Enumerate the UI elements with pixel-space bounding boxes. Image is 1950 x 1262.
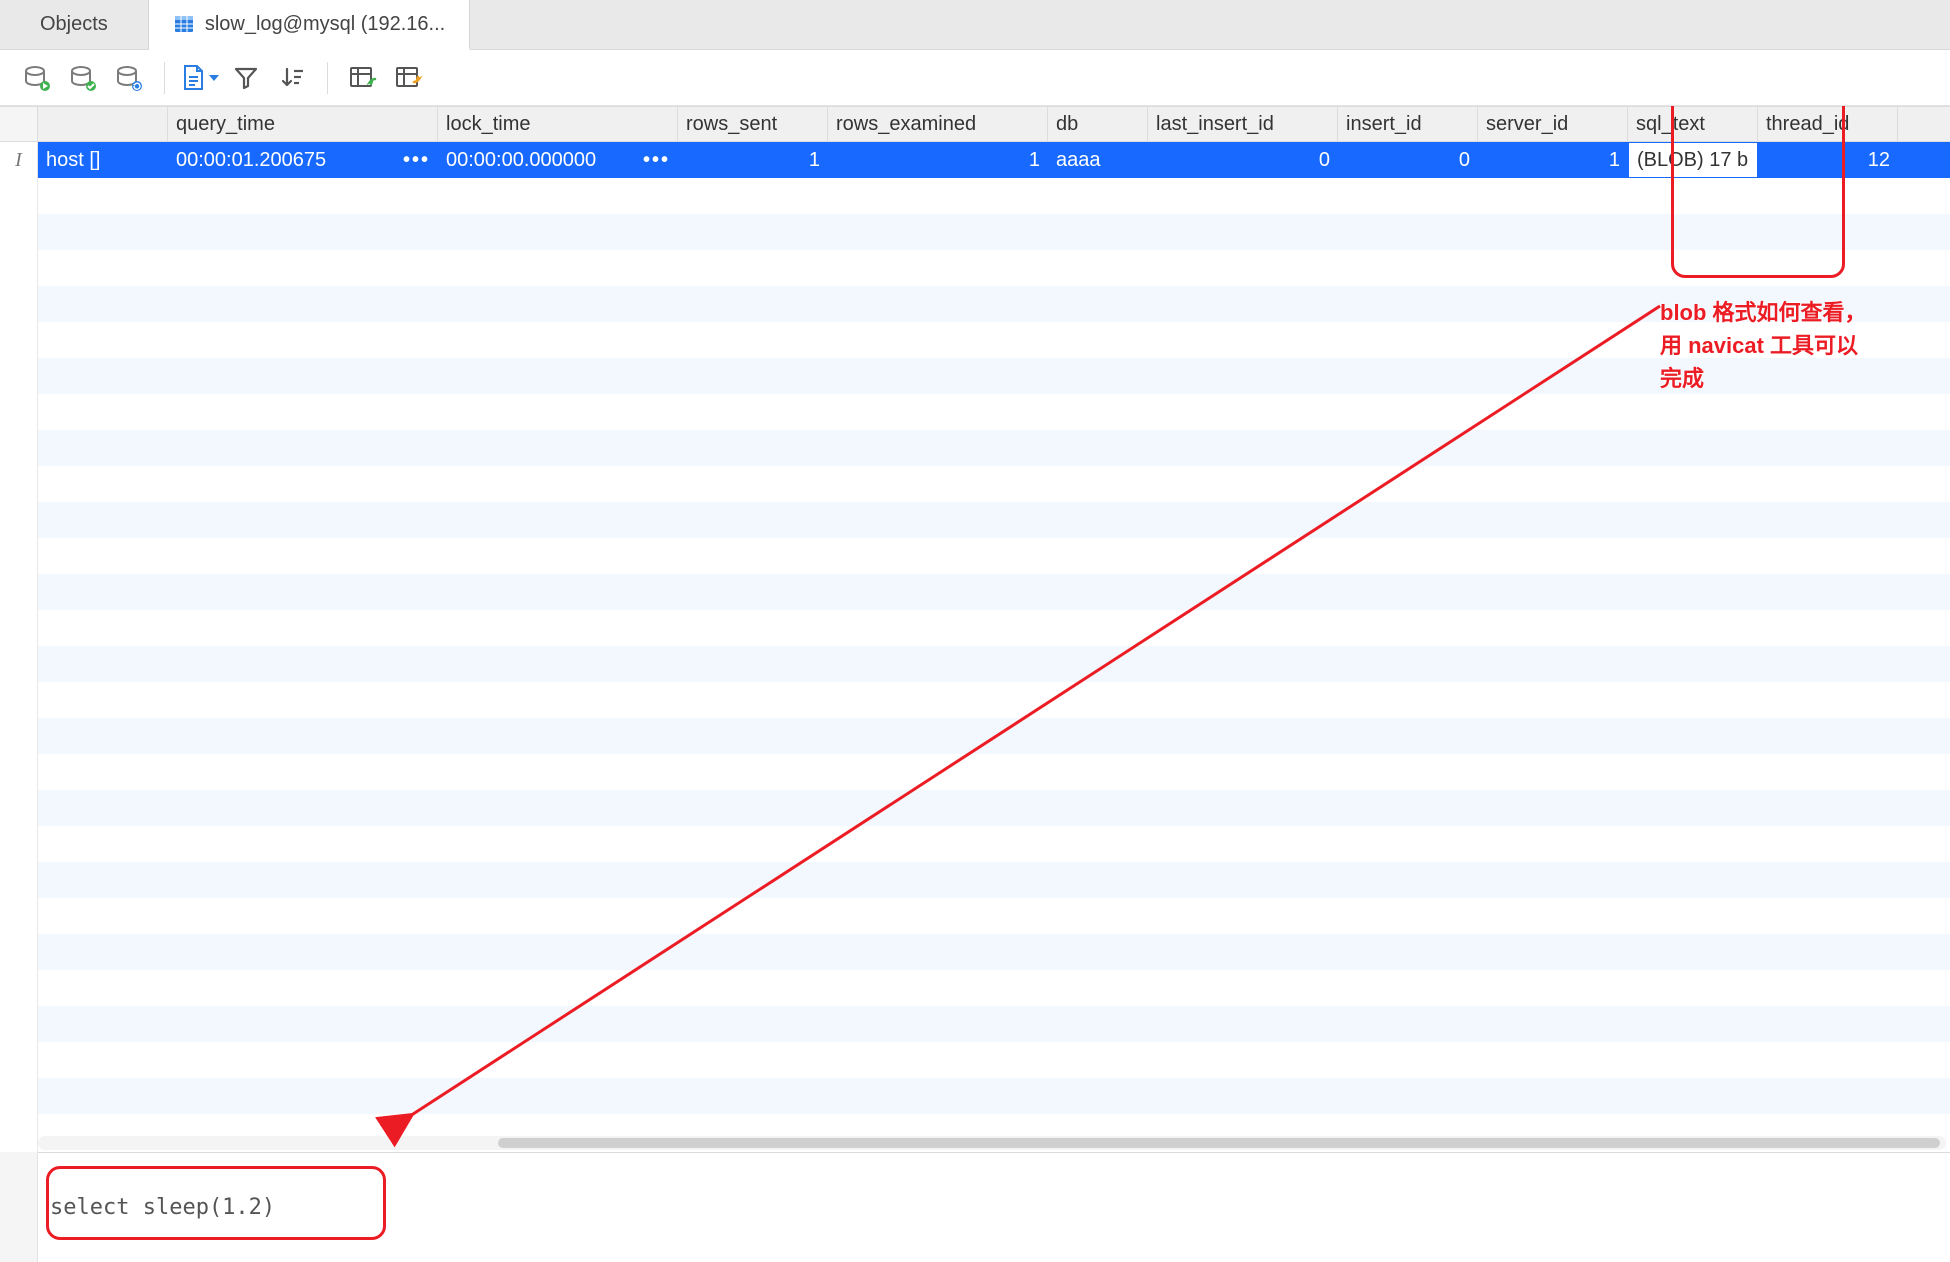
cell-rows-sent[interactable]: 1 bbox=[678, 142, 828, 178]
col-last-insert-id[interactable]: last_insert_id bbox=[1148, 107, 1338, 141]
app-root: Objects slow_log@mysql (192.16... bbox=[0, 0, 1950, 1262]
detail-panel-wrapper: select sleep(1.2) bbox=[0, 1152, 1950, 1262]
db-check-button[interactable] bbox=[62, 57, 104, 99]
table-icon bbox=[173, 13, 195, 35]
col-server-id[interactable]: server_id bbox=[1478, 107, 1628, 141]
grid-gutter-head bbox=[0, 107, 38, 141]
toolbar bbox=[0, 50, 1950, 106]
col-user-host[interactable] bbox=[38, 107, 168, 141]
tab-bar: Objects slow_log@mysql (192.16... bbox=[0, 0, 1950, 50]
col-lock-time[interactable]: lock_time bbox=[438, 107, 678, 141]
table-export-button[interactable] bbox=[388, 57, 430, 99]
grid-header: query_time lock_time rows_sent rows_exam… bbox=[0, 106, 1950, 142]
db-play-button[interactable] bbox=[16, 57, 58, 99]
tab-slowlog[interactable]: slow_log@mysql (192.16... bbox=[149, 0, 470, 50]
detail-sql-text: select sleep(1.2) bbox=[50, 1195, 275, 1220]
horizontal-scrollbar[interactable] bbox=[38, 1136, 1946, 1150]
ellipsis-icon: ••• bbox=[637, 149, 670, 172]
cell-insert-id[interactable]: 0 bbox=[1338, 142, 1478, 178]
toolbar-separator bbox=[164, 62, 165, 94]
toolbar-separator bbox=[327, 62, 328, 94]
cell-last-insert-id[interactable]: 0 bbox=[1148, 142, 1338, 178]
annotation-arrow-icon bbox=[0, 106, 1950, 1152]
value: 00:00:01.200675 bbox=[176, 149, 326, 172]
col-db[interactable]: db bbox=[1048, 107, 1148, 141]
detail-panel[interactable]: select sleep(1.2) bbox=[0, 1152, 1950, 1262]
col-rows-examined[interactable]: rows_examined bbox=[828, 107, 1048, 141]
col-thread-id[interactable]: thread_id bbox=[1758, 107, 1898, 141]
ellipsis-icon: ••• bbox=[397, 149, 430, 172]
cell-thread-id[interactable]: 12 bbox=[1758, 142, 1898, 178]
row-gutter: I bbox=[0, 142, 38, 178]
table-row[interactable]: I host [] 00:00:01.200675 ••• 00:00:00.0… bbox=[0, 142, 1950, 178]
cell-server-id[interactable]: 1 bbox=[1478, 142, 1628, 178]
col-insert-id[interactable]: insert_id bbox=[1338, 107, 1478, 141]
col-rows-sent[interactable]: rows_sent bbox=[678, 107, 828, 141]
tab-label: slow_log@mysql (192.16... bbox=[205, 13, 445, 36]
value: 00:00:00.000000 bbox=[446, 149, 596, 172]
sort-button[interactable] bbox=[271, 57, 313, 99]
cell-db[interactable]: aaaa bbox=[1048, 142, 1148, 178]
tab-label: Objects bbox=[40, 13, 108, 36]
data-grid[interactable]: query_time lock_time rows_sent rows_exam… bbox=[0, 106, 1950, 1152]
tab-objects[interactable]: Objects bbox=[0, 0, 149, 49]
annotation-text: blob 格式如何查看， 用 navicat 工具可以 完成 bbox=[1660, 296, 1940, 395]
annotation-line: 完成 bbox=[1660, 362, 1940, 395]
annotation-line: 用 navicat 工具可以 bbox=[1660, 329, 1940, 362]
cell-query-time[interactable]: 00:00:01.200675 ••• bbox=[168, 142, 438, 178]
filter-button[interactable] bbox=[225, 57, 267, 99]
annotation-line: blob 格式如何查看， bbox=[1660, 296, 1940, 329]
col-sql-text[interactable]: sql_text bbox=[1628, 107, 1758, 141]
detail-gutter bbox=[0, 1152, 38, 1262]
cell-user-host[interactable]: host [] bbox=[38, 142, 168, 178]
doc-button[interactable] bbox=[179, 57, 221, 99]
grid-gutter bbox=[0, 178, 38, 1152]
cell-lock-time[interactable]: 00:00:00.000000 ••• bbox=[438, 142, 678, 178]
table-import-button[interactable] bbox=[342, 57, 384, 99]
scrollbar-thumb[interactable] bbox=[498, 1138, 1940, 1148]
db-refresh-button[interactable] bbox=[108, 57, 150, 99]
grid-background bbox=[0, 178, 1950, 1152]
col-query-time[interactable]: query_time bbox=[168, 107, 438, 141]
cell-sql-text[interactable]: (BLOB) 17 b bbox=[1628, 142, 1758, 178]
cell-rows-examined[interactable]: 1 bbox=[828, 142, 1048, 178]
